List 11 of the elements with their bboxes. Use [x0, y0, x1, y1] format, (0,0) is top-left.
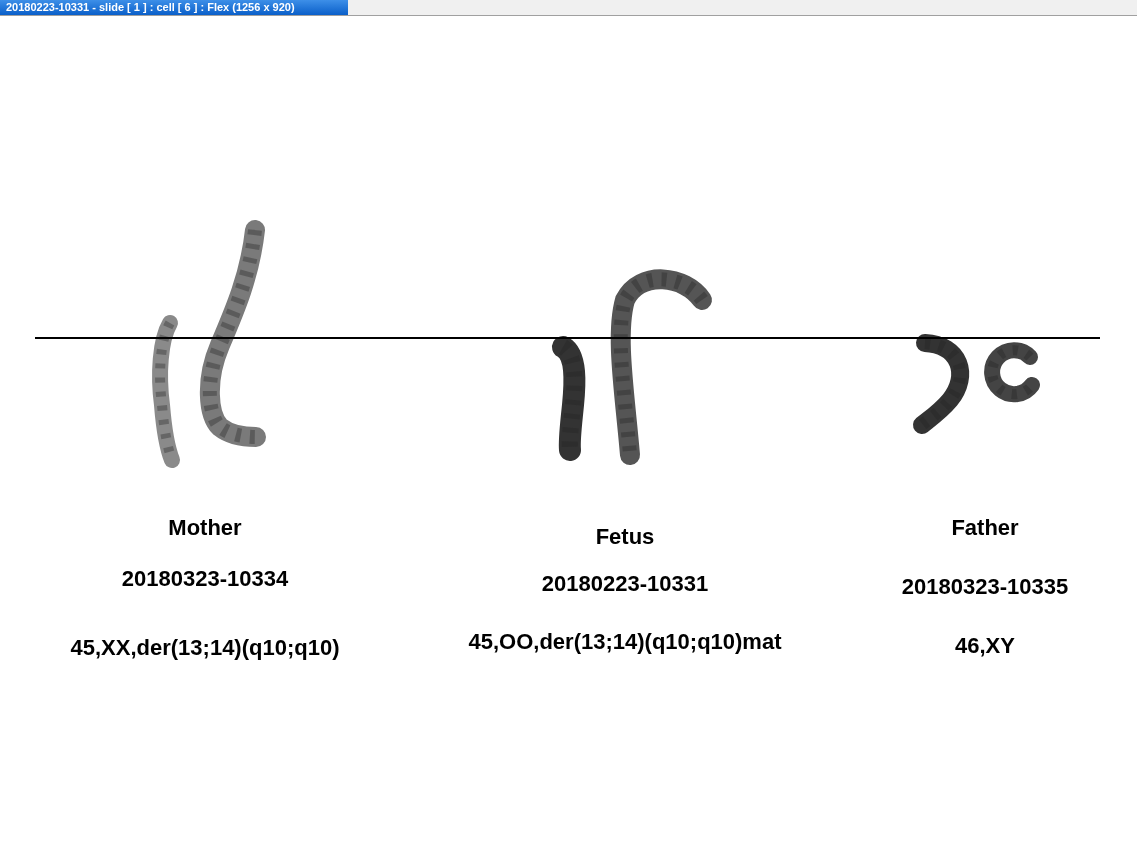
case-number: 20180323-10335: [901, 574, 1069, 600]
specimen-label: Mother: [168, 515, 242, 541]
karyotype-text: 45,XX,der(13;14)(q10;q10): [70, 635, 340, 661]
specimen-label: Fetus: [595, 524, 655, 550]
chromosome-drawing: [984, 342, 1040, 403]
case-number: 20180223-10331: [541, 571, 709, 597]
window-title[interactable]: 20180223-10331 - slide [ 1 ] : cell [ 6 ] : Flex (1256 x 920): [0, 0, 348, 15]
specimen-label: Father: [951, 515, 1019, 541]
karyotype-text: 46,XY: [955, 633, 1015, 659]
case-number: 20180323-10334: [121, 566, 289, 592]
karyotype-text: 45,OO,der(13;14)(q10;q10)mat: [468, 629, 782, 655]
